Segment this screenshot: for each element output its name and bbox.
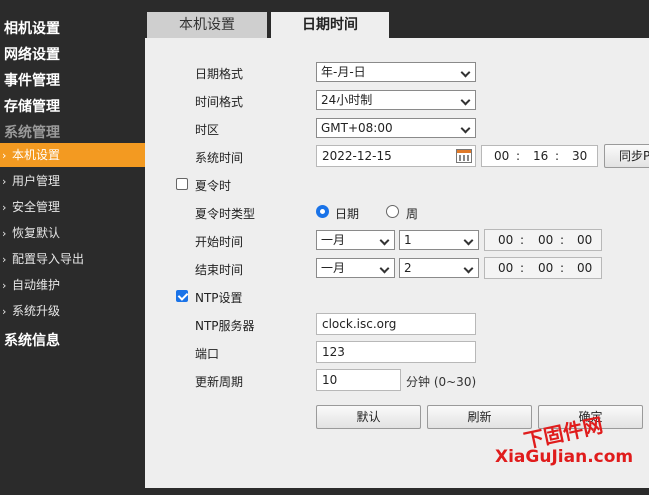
sidebar-item-label: 用户管理 <box>12 174 61 188</box>
calendar-icon[interactable] <box>456 149 472 163</box>
dst-end-minutes: 00 <box>538 261 554 275</box>
sidebar-item-label: 配置导入导出 <box>12 252 85 266</box>
nav-system-info[interactable]: 系统信息 <box>4 330 60 350</box>
sidebar-item-label: 系统升级 <box>12 304 61 318</box>
sidebar-item-auto-maintenance[interactable]: › 自动维护 <box>0 273 145 297</box>
tab-date-time[interactable]: 日期时间 <box>271 12 389 38</box>
dst-end-hours: 00 <box>498 261 514 275</box>
system-time-minutes: 16 <box>533 149 549 163</box>
timezone-select[interactable]: GMT+08:00 <box>316 118 476 138</box>
chevron-down-icon <box>461 63 471 81</box>
sidebar-item-label: 恢复默认 <box>12 226 61 240</box>
date-format-value: 年-月-日 <box>321 65 366 79</box>
ntp-server-input[interactable]: clock.isc.org <box>316 313 476 335</box>
sidebar: 相机设置 网络设置 事件管理 存储管理 系统管理 › 本机设置 › 用户管理 › 安全… <box>0 0 145 495</box>
nav-camera-settings[interactable]: 相机设置 <box>4 18 60 38</box>
dst-start-seconds: 00 <box>577 233 593 247</box>
dst-start-month-value: 一月 <box>321 233 346 247</box>
dst-checkbox[interactable] <box>176 178 188 190</box>
ntp-checkbox[interactable] <box>176 290 188 302</box>
dst-type-week-radio[interactable] <box>386 205 399 218</box>
sidebar-item-security-management[interactable]: › 安全管理 <box>0 195 145 219</box>
dst-label: 夏令时 <box>195 179 232 193</box>
tab-bar: 本机设置 日期时间 <box>145 0 649 38</box>
dst-start-hours: 00 <box>498 233 514 247</box>
dst-start-label: 开始时间 <box>195 235 244 249</box>
tab-local-settings[interactable]: 本机设置 <box>147 12 267 38</box>
chevron-right-icon: › <box>2 253 7 266</box>
timezone-value: GMT+08:00 <box>321 121 393 135</box>
time-separator: : <box>560 233 565 247</box>
time-format-label: 时间格式 <box>195 95 244 109</box>
dst-type-date-radio[interactable] <box>316 205 329 218</box>
chevron-down-icon <box>461 119 471 137</box>
chevron-down-icon <box>464 259 474 277</box>
update-period-unit: 分钟 (0~30) <box>406 375 477 389</box>
ntp-port-input[interactable]: 123 <box>316 341 476 363</box>
ntp-server-label: NTP服务器 <box>195 319 255 333</box>
nav-event-management[interactable]: 事件管理 <box>4 70 60 90</box>
dst-type-date-label: 日期 <box>335 207 360 221</box>
nav-storage-management[interactable]: 存储管理 <box>4 96 60 116</box>
dst-end-day-select[interactable]: 2 <box>399 258 479 278</box>
dst-type-label: 夏令时类型 <box>195 207 256 221</box>
update-period-label: 更新周期 <box>195 375 244 389</box>
system-time-seconds: 30 <box>572 149 588 163</box>
chevron-down-icon <box>380 231 390 249</box>
chevron-right-icon: › <box>2 149 7 162</box>
system-time-input[interactable]: 00 : 16 : 30 <box>481 145 598 167</box>
nav-system-management[interactable]: 系统管理 <box>4 122 60 142</box>
sidebar-item-label: 自动维护 <box>12 278 61 292</box>
ntp-label: NTP设置 <box>195 291 243 305</box>
time-format-select[interactable]: 24小时制 <box>316 90 476 110</box>
date-format-select[interactable]: 年-月-日 <box>316 62 476 82</box>
update-period-input[interactable]: 10 <box>316 369 401 391</box>
nav-network-settings[interactable]: 网络设置 <box>4 44 60 64</box>
date-format-label: 日期格式 <box>195 67 244 81</box>
watermark-text-en: XiaGuJian.com <box>495 447 634 467</box>
system-time-label: 系统时间 <box>195 151 244 165</box>
system-date-input[interactable]: 2022-12-15 <box>316 145 476 167</box>
dst-start-day-value: 1 <box>404 233 412 247</box>
chevron-right-icon: › <box>2 305 7 318</box>
time-format-value: 24小时制 <box>321 93 373 107</box>
dst-start-minutes: 00 <box>538 233 554 247</box>
chevron-right-icon: › <box>2 279 7 292</box>
sidebar-item-local-settings[interactable]: › 本机设置 <box>0 143 145 167</box>
watermark: 下固件网 XiaGuJian.com <box>495 413 635 473</box>
chevron-right-icon: › <box>2 201 7 214</box>
default-button[interactable]: 默认 <box>316 405 421 429</box>
sidebar-item-label: 安全管理 <box>12 200 61 214</box>
chevron-down-icon <box>464 231 474 249</box>
dst-start-time-input[interactable]: 00 : 00 : 00 <box>484 229 602 251</box>
chevron-right-icon: › <box>2 227 7 240</box>
system-date-value: 2022-12-15 <box>322 149 392 163</box>
time-separator: : <box>555 149 560 163</box>
dst-start-day-select[interactable]: 1 <box>399 230 479 250</box>
chevron-down-icon <box>461 91 471 109</box>
sidebar-item-label: 本机设置 <box>12 148 61 162</box>
time-separator: : <box>516 149 521 163</box>
sync-pc-button[interactable]: 同步PC <box>604 144 649 168</box>
time-separator: : <box>520 233 525 247</box>
chevron-down-icon <box>380 259 390 277</box>
dst-end-month-value: 一月 <box>321 261 346 275</box>
dst-end-label: 结束时间 <box>195 263 244 277</box>
dst-end-time-input[interactable]: 00 : 00 : 00 <box>484 257 602 279</box>
time-separator: : <box>560 261 565 275</box>
dst-end-day-value: 2 <box>404 261 412 275</box>
dst-start-month-select[interactable]: 一月 <box>316 230 395 250</box>
sidebar-item-restore-default[interactable]: › 恢复默认 <box>0 221 145 245</box>
sidebar-item-user-management[interactable]: › 用户管理 <box>0 169 145 193</box>
dst-end-month-select[interactable]: 一月 <box>316 258 395 278</box>
sidebar-item-config-import-export[interactable]: › 配置导入导出 <box>0 247 145 271</box>
ntp-port-label: 端口 <box>195 347 220 361</box>
time-separator: : <box>520 261 525 275</box>
timezone-label: 时区 <box>195 123 220 137</box>
dst-end-seconds: 00 <box>577 261 593 275</box>
sidebar-item-system-upgrade[interactable]: › 系统升级 <box>0 299 145 323</box>
chevron-right-icon: › <box>2 175 7 188</box>
dst-type-week-label: 周 <box>406 207 419 221</box>
system-time-hours: 00 <box>494 149 510 163</box>
